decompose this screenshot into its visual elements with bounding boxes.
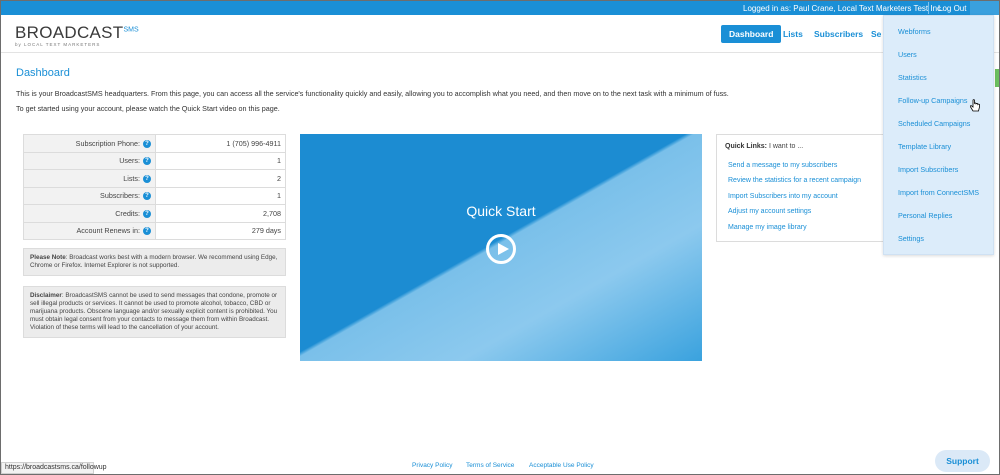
nav-settings-partial[interactable]: Se (871, 29, 881, 39)
stats-row: Lists:? 2 (23, 169, 286, 188)
intro-video-text: To get started using your account, pleas… (16, 104, 280, 113)
logout-link[interactable]: Log Out (938, 4, 966, 13)
intro-text: This is your BroadcastSMS headquarters. … (16, 89, 729, 98)
account-stats-table: Subscription Phone:? 1 (705) 996-4911 Use… (23, 134, 286, 240)
quick-link[interactable]: Import Subscribers into my account (728, 193, 838, 200)
menu-item-import-connectsms[interactable]: Import from ConnectSMS (898, 188, 979, 197)
menu-item-users[interactable]: Users (898, 50, 917, 59)
nav-lists[interactable]: Lists (783, 29, 803, 39)
stats-row: Subscribers:? 1 (23, 186, 286, 205)
note-text: : Broadcast works best with a modern bro… (30, 254, 278, 269)
help-icon[interactable]: ? (143, 227, 151, 236)
quick-links-panel: Quick Links: I want to ... Send a messag… (716, 134, 886, 242)
stats-value: 1 (155, 186, 286, 205)
quick-link[interactable]: Manage my image library (728, 224, 807, 231)
header: BROADCASTSMS by LOCAL TEXT MARKETERS Das… (1, 15, 999, 53)
logo-suffix: SMS (123, 26, 139, 34)
footer-acceptable-use-link[interactable]: Acceptable Use Policy (529, 462, 594, 469)
stats-row: Credits:? 2,708 (23, 204, 286, 223)
help-icon[interactable]: ? (143, 209, 151, 218)
disclaimer-title: Disclaimer (30, 292, 62, 299)
stats-value: 1 (705) 996-4911 (155, 134, 286, 153)
feedback-tab[interactable] (995, 69, 999, 87)
help-icon[interactable]: ? (143, 192, 151, 201)
quick-link[interactable]: Send a message to my subscribers (728, 162, 837, 169)
broadcast-logo[interactable]: BROADCASTSMS by LOCAL TEXT MARKETERS (15, 23, 139, 47)
divider (928, 2, 929, 14)
stats-value: 1 (155, 151, 286, 170)
help-icon[interactable]: ? (143, 174, 151, 183)
page-title: Dashboard (16, 67, 70, 79)
stats-value: 2,708 (155, 204, 286, 223)
help-icon[interactable]: ? (143, 139, 151, 148)
menu-item-import-subscribers[interactable]: Import Subscribers (898, 165, 958, 174)
stats-value: 279 days (155, 221, 286, 240)
stats-label: Subscribers: (100, 191, 140, 201)
quick-link[interactable]: Adjust my account settings (728, 208, 811, 215)
settings-dropdown-menu: Webforms Users Statistics Follow-up Camp… (883, 15, 994, 255)
stats-row: Account Renews in:? 279 days (23, 221, 286, 240)
quick-link[interactable]: Review the statistics for a recent campa… (728, 177, 861, 184)
stats-row: Subscription Phone:? 1 (705) 996-4911 (23, 134, 286, 153)
menu-item-follow-up-campaigns[interactable]: Follow-up Campaigns (898, 96, 968, 105)
quick-start-video[interactable]: Quick Start (300, 134, 702, 361)
support-button[interactable]: Support (935, 450, 990, 472)
stats-label: Subscription Phone: (75, 138, 140, 148)
stats-label: Account Renews in: (76, 226, 140, 236)
quick-links-heading: Quick Links: I want to ... (725, 143, 804, 150)
stats-row: Users:? 1 (23, 151, 286, 170)
note-title: Please Note (30, 254, 66, 261)
top-bar: Logged in as: Paul Crane, Local Text Mar… (1, 1, 999, 15)
stats-label: Users: (119, 156, 140, 166)
stats-label: Lists: (123, 173, 140, 183)
settings-menu-toggle[interactable] (970, 1, 999, 15)
nav-dashboard[interactable]: Dashboard (721, 25, 782, 43)
stats-label: Credits: (115, 208, 140, 218)
disclaimer-text: : BroadcastSMS cannot be used to send me… (30, 292, 278, 331)
play-icon[interactable] (486, 234, 516, 264)
footer-privacy-link[interactable]: Privacy Policy (412, 462, 452, 469)
menu-item-scheduled-campaigns[interactable]: Scheduled Campaigns (898, 119, 970, 128)
disclaimer-box: Disclaimer: BroadcastSMS cannot be used … (23, 286, 286, 338)
status-url: https://broadcastsms.ca/followup (1, 462, 107, 474)
menu-item-template-library[interactable]: Template Library (898, 142, 951, 151)
footer-terms-link[interactable]: Terms of Service (466, 462, 514, 469)
menu-item-settings[interactable]: Settings (898, 234, 924, 243)
stats-value: 2 (155, 169, 286, 188)
help-icon[interactable]: ? (143, 157, 151, 166)
logged-in-text: Logged in as: Paul Crane, Local Text Mar… (743, 4, 944, 13)
video-title: Quick Start (466, 203, 536, 219)
menu-item-statistics[interactable]: Statistics (898, 73, 927, 82)
nav-subscribers[interactable]: Subscribers (814, 29, 863, 39)
logo-main: BROADCAST (15, 23, 124, 42)
menu-item-personal-replies[interactable]: Personal Replies (898, 211, 952, 220)
menu-item-webforms[interactable]: Webforms (898, 27, 931, 36)
browser-note: Please Note: Broadcast works best with a… (23, 248, 286, 276)
hand-cursor-icon (969, 99, 980, 112)
